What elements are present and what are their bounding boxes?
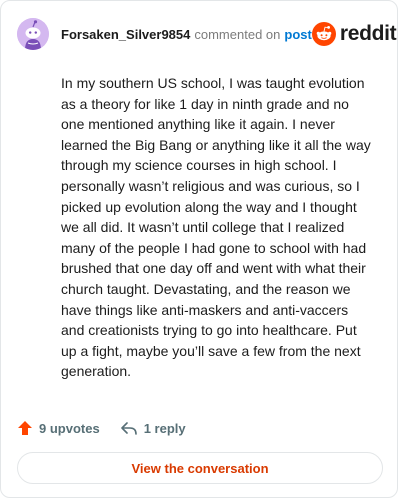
upvote-count: 9 upvotes xyxy=(39,420,100,436)
commented-on-text: commented on xyxy=(194,26,281,42)
reddit-wordmark: reddit xyxy=(339,22,397,45)
post-link[interactable]: post xyxy=(284,27,311,42)
reply-action[interactable]: 1 reply xyxy=(120,420,186,436)
reddit-brand[interactable]: reddit xyxy=(311,22,397,46)
comment-attribution: Forsaken_Silver9854 commented on post xyxy=(61,27,312,42)
upvote-action[interactable]: 9 upvotes xyxy=(17,420,100,436)
upvote-arrow-icon xyxy=(18,421,32,435)
reply-count: 1 reply xyxy=(143,420,186,436)
snoo-avatar-icon xyxy=(17,18,49,50)
comment-body: In my southern US school, I was taught e… xyxy=(61,75,371,380)
user-avatar[interactable] xyxy=(17,18,49,50)
reddit-snoo-logo-icon xyxy=(311,22,336,46)
comment-card: Forsaken_Silver9854 commented on post re… xyxy=(0,0,398,498)
comment-header: Forsaken_Silver9854 commented on post re… xyxy=(17,17,397,51)
reply-arrow-icon xyxy=(120,422,137,435)
comment-username[interactable]: Forsaken_Silver9854 xyxy=(61,27,190,42)
view-conversation-button[interactable]: View the conversation xyxy=(17,452,383,484)
comment-actions: 9 upvotes 1 reply xyxy=(17,417,186,439)
